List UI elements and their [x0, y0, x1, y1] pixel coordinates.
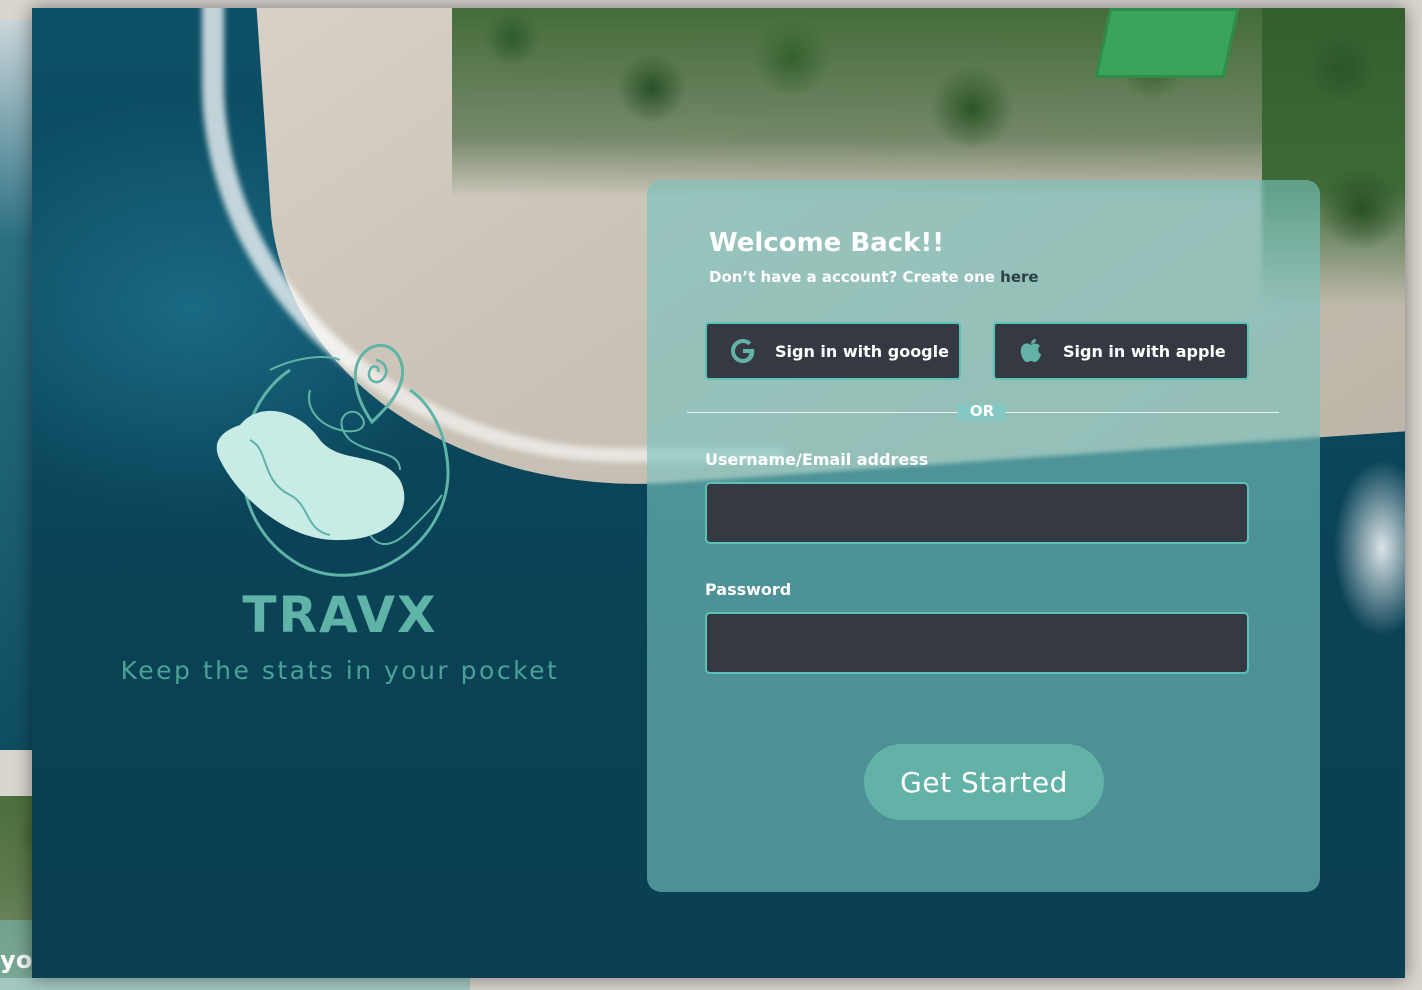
brand-tagline: Keep the stats in your pocket [120, 656, 560, 685]
username-input[interactable] [705, 482, 1249, 544]
signup-prompt: Don’t have a account? Create one here [709, 268, 1039, 286]
get-started-button[interactable]: Get Started [864, 744, 1104, 820]
login-title: Welcome Back!! [709, 228, 945, 258]
brand-name: TRAVX [242, 586, 438, 644]
divider-or-text: OR [969, 402, 995, 420]
sign-in-google-label: Sign in with google [775, 341, 949, 361]
username-label: Username/Email address [705, 450, 929, 469]
sign-in-google-button[interactable]: Sign in with google [705, 322, 961, 380]
signup-prompt-text: Don’t have a account? Create one [709, 268, 1001, 286]
hut-roof [1094, 8, 1240, 78]
password-label: Password [705, 580, 792, 599]
sign-in-apple-button[interactable]: Sign in with apple [993, 322, 1249, 380]
globe-with-location-pin-icon [216, 343, 450, 577]
login-card: Welcome Back!! Don’t have a account? Cre… [647, 180, 1320, 892]
apple-icon [1013, 333, 1049, 369]
signup-link[interactable]: here [1000, 268, 1038, 286]
password-input[interactable] [705, 612, 1249, 674]
google-icon [725, 333, 761, 369]
sign-in-apple-label: Sign in with apple [1063, 341, 1226, 361]
